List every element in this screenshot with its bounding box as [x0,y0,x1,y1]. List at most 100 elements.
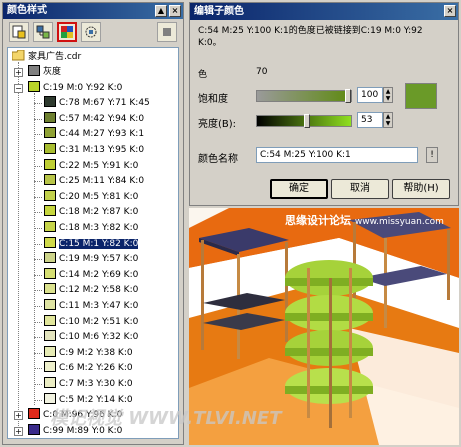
edit-child-color-dialog: 编辑子颜色 × C:54 M:25 Y:100 K:1的色度已被链接到C:19 … [189,2,459,206]
tree-child-color[interactable]: C:15 M:1 Y:82 K:0 [44,236,140,252]
new-color-style-button[interactable] [9,22,29,42]
color-label: C:10 M:6 Y:32 K:0 [59,332,139,343]
expand-icon[interactable]: + [14,426,23,436]
color-label: C:10 M:2 Y:51 K:0 [59,316,139,327]
tree-child-color[interactable]: C:19 M:9 Y:57 K:0 [44,252,138,267]
saturation-spinner[interactable]: ▲ ▼ [383,87,393,103]
tree-guide-line [34,290,42,292]
brightness-input[interactable]: 53 [357,112,383,128]
brightness-slider-thumb[interactable] [304,114,310,128]
color-style-tree[interactable]: 家具广告.cdr 灰度 C:19 M:0 Y:92 K:0 C:78 M:67 Y:… [7,47,179,439]
brightness-label: 亮度(B): [198,119,237,130]
color-name-input[interactable]: C:54 M:25 Y:100 K:1 [256,147,418,163]
auto-create-button[interactable] [81,22,101,42]
docker-menu-button[interactable] [157,22,177,42]
tree-child-color[interactable]: C:10 M:2 Y:51 K:0 [44,314,139,330]
tree-child-color[interactable]: C:25 M:11 Y:84 K:0 [44,174,144,189]
tree-child-color[interactable]: C:57 M:42 Y:94 K:0 [44,111,144,127]
tree-guide-line [34,337,42,339]
saturation-label: 饱和度 [198,94,228,105]
hue-value: 70 [256,67,268,77]
tree-guide-line [34,399,42,401]
color-label: C:7 M:3 Y:30 K:0 [59,379,133,389]
tree-child-color[interactable]: C:31 M:13 Y:95 K:0 [44,143,144,158]
tree-child-color[interactable]: C:9 M:2 Y:38 K:0 [44,345,133,361]
scroll-up-icon[interactable]: ▲ [155,5,167,17]
tree-guide-line [34,118,42,120]
tree-parent-color[interactable]: 灰度 [28,65,61,80]
tree-child-color[interactable]: C:78 M:67 Y:71 K:45 [44,96,150,111]
tree-child-color[interactable]: C:14 M:2 Y:69 K:0 [44,267,139,283]
tree-child-color[interactable]: C:44 M:27 Y:93 K:1 [44,127,144,142]
color-swatch [44,252,56,264]
tree-child-color[interactable]: C:10 M:6 Y:32 K:0 [44,330,138,345]
tree-guide-line [34,92,35,405]
tree-guide-line [34,321,42,323]
docker-toolbar [3,19,183,45]
menu-icon [163,28,171,36]
tree-guide-line [34,228,42,229]
cancel-button[interactable]: 取消 [331,179,389,199]
tree-root-file[interactable]: 家具广告.cdr [11,49,81,65]
expand-icon[interactable]: + [14,68,23,77]
tree-guide-line [34,103,42,105]
expand-icon[interactable]: + [14,411,23,421]
child-color-icon [36,25,50,39]
tree-guide-line [34,243,42,245]
tree-guide-line [34,352,42,354]
tree-guide-line [34,134,42,136]
color-label: C:14 M:2 Y:69 K:0 [59,269,139,280]
watermark-bottom: 模记视觉 WWW.TLVI.NET [50,408,282,429]
color-label: C:78 M:67 Y:71 K:45 [59,98,150,109]
color-label: C:15 M:1 Y:82 K:0 [57,237,140,250]
collapse-icon[interactable]: − [14,83,23,93]
color-swatch [44,345,56,357]
tree-child-color[interactable]: C:20 M:5 Y:81 K:0 [44,189,138,205]
ok-button[interactable]: 确定 [270,179,328,199]
tree-child-color[interactable]: C:18 M:3 Y:82 K:0 [44,221,138,236]
color-palette-button[interactable] [57,22,77,42]
color-label: C:19 M:9 Y:57 K:0 [59,254,139,265]
tree-child-color[interactable]: C:12 M:2 Y:58 K:0 [44,283,138,298]
color-swatch [44,392,56,404]
tree-child-color[interactable]: C:18 M:2 Y:87 K:0 [44,205,138,220]
tree-guide-line [34,196,42,198]
saturation-slider[interactable] [256,89,352,103]
close-icon[interactable]: × [444,5,456,17]
color-swatch [44,283,56,295]
color-swatch [28,80,40,92]
tree-child-color[interactable]: C:22 M:5 Y:91 K:0 [44,158,139,174]
color-swatch [44,111,56,123]
tree-child-color[interactable]: C:11 M:3 Y:47 K:0 [44,299,138,314]
palette-icon [61,26,73,38]
brightness-spinner[interactable]: ▲ ▼ [383,112,393,128]
tree-guide-line [34,165,42,167]
color-swatch [28,65,40,76]
tree-guide-line [34,274,42,276]
color-label: C:9 M:2 Y:38 K:0 [59,347,133,358]
color-label: C:11 M:3 Y:47 K:0 [59,301,139,311]
docker-titlebar: 颜色样式 ▲ × [3,3,183,19]
tree-parent-color[interactable]: C:19 M:0 Y:92 K:0 [28,80,122,96]
color-swatch [28,423,40,435]
help-button[interactable]: 帮助(H) [392,179,450,199]
color-swatch [44,96,56,108]
color-label: C:18 M:3 Y:82 K:0 [59,223,139,233]
saturation-slider-thumb[interactable] [345,89,351,103]
brightness-slider[interactable] [256,114,352,128]
tree-child-color[interactable]: C:7 M:3 Y:30 K:0 [44,377,133,392]
tree-guide-line [34,368,42,370]
docker-title: 颜色样式 [7,5,47,16]
color-label: C:18 M:2 Y:87 K:0 [59,207,139,218]
tree-guide-line [34,384,42,385]
close-icon[interactable]: × [169,5,181,17]
color-swatch [44,361,56,373]
tree-child-color[interactable]: C:6 M:2 Y:26 K:0 [44,361,133,376]
tree-guide-line [34,259,42,261]
saturation-input[interactable]: 100 [357,87,383,103]
color-name-info-button[interactable]: ! [426,147,438,163]
tree-guide-line [34,181,42,183]
color-swatch [44,143,56,154]
color-label: C:22 M:5 Y:91 K:0 [59,160,139,171]
new-child-color-button[interactable] [33,22,53,42]
